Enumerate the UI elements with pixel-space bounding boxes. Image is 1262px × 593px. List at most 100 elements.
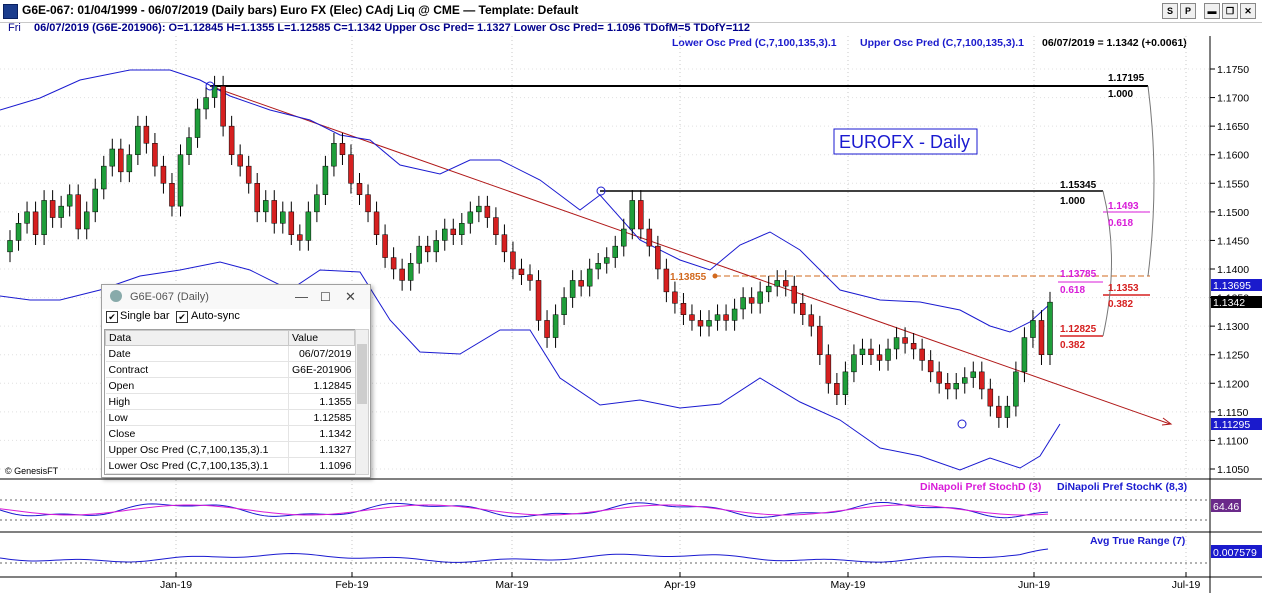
candle-body bbox=[510, 251, 516, 270]
level-1353-ratio: 0.382 bbox=[1108, 299, 1133, 310]
candle-body bbox=[544, 320, 550, 338]
auto-sync-label: Auto-sync bbox=[191, 310, 240, 322]
candle-body bbox=[152, 143, 158, 167]
price-tick-label: 1.1250 bbox=[1217, 350, 1249, 362]
dialog-close-icon[interactable]: ✕ bbox=[345, 289, 356, 305]
candle-body bbox=[83, 211, 90, 230]
row-value: 1.12585 bbox=[287, 409, 355, 426]
candle-body bbox=[177, 154, 184, 207]
candle-body bbox=[672, 291, 678, 304]
table-row: Contract G6E-201906 bbox=[105, 361, 355, 378]
row-value: G6E-201906 bbox=[287, 361, 355, 378]
candle-body bbox=[561, 297, 567, 315]
level-12825-ratio: 0.382 bbox=[1060, 340, 1085, 351]
dialog-minimize-icon[interactable]: — bbox=[295, 289, 308, 304]
candle-body bbox=[638, 200, 644, 230]
candle-body bbox=[7, 240, 13, 253]
candle-body bbox=[49, 200, 56, 218]
dialog-maximize-icon[interactable]: ☐ bbox=[320, 290, 331, 304]
candle-body bbox=[655, 245, 661, 270]
candle-body bbox=[75, 194, 81, 230]
window-title: G6E-067: 01/04/1999 - 06/07/2019 (Daily … bbox=[22, 3, 579, 17]
dialog-scrollbar[interactable] bbox=[355, 329, 369, 475]
price-tick-label: 1.1500 bbox=[1217, 207, 1249, 219]
candle-body bbox=[424, 245, 431, 253]
candle-body bbox=[757, 291, 763, 304]
row-value: 1.1327 bbox=[287, 441, 355, 458]
candle-body bbox=[578, 280, 584, 287]
candle-body bbox=[450, 228, 457, 235]
ohlc-readout: 06/07/2019 (G6E-201906): O=1.12845 H=1.1… bbox=[34, 22, 751, 34]
candle-body bbox=[910, 343, 917, 350]
stoch-k-label: DiNapoli Pref StochK (8,3) bbox=[1057, 481, 1187, 493]
close-button[interactable]: ✕ bbox=[1240, 3, 1256, 19]
row-key: Open bbox=[105, 377, 289, 394]
minimize-button[interactable]: ▬ bbox=[1204, 3, 1220, 19]
candle-body bbox=[1038, 320, 1045, 355]
data-table: Data Value Date 06/07/2019 Contract G6E-20… bbox=[104, 329, 356, 475]
candle-body bbox=[979, 371, 985, 390]
stoch-d-label: DiNapoli Pref StochD (3) bbox=[920, 481, 1041, 493]
dialog-titlebar[interactable]: G6E-067 (Daily) — ☐ ✕ bbox=[102, 285, 370, 309]
candle-body bbox=[859, 348, 866, 355]
p-button[interactable]: P bbox=[1180, 3, 1196, 19]
candle-body bbox=[603, 257, 610, 264]
candle-body bbox=[535, 280, 542, 321]
candle-body bbox=[808, 314, 815, 327]
candle-body bbox=[927, 360, 934, 373]
candle-body bbox=[194, 108, 201, 138]
candle-body bbox=[851, 354, 857, 373]
candle-body bbox=[118, 148, 124, 173]
price-tick-label: 1.1200 bbox=[1217, 378, 1249, 390]
column-header-value[interactable]: Value bbox=[287, 330, 355, 346]
candle-body bbox=[109, 148, 116, 167]
candle-body bbox=[433, 240, 439, 253]
column-header-data[interactable]: Data bbox=[105, 330, 289, 346]
single-bar-checkbox[interactable]: ✔ bbox=[106, 311, 118, 323]
candle-body bbox=[800, 303, 806, 315]
candle-body bbox=[689, 314, 695, 321]
s-button[interactable]: S bbox=[1162, 3, 1178, 19]
scrollbar-thumb[interactable] bbox=[357, 344, 367, 404]
candle-body bbox=[143, 125, 150, 144]
date-label: Mar-19 bbox=[495, 579, 528, 591]
candle-body bbox=[390, 257, 397, 270]
chart-label: EUROFX - Daily bbox=[839, 132, 970, 152]
candle-body bbox=[339, 143, 346, 155]
candle-body bbox=[331, 143, 337, 167]
candle-body bbox=[280, 211, 286, 224]
candle-body bbox=[160, 165, 167, 184]
candle-body bbox=[245, 165, 252, 184]
candle-body bbox=[442, 228, 448, 241]
single-bar-label: Single bar bbox=[120, 310, 170, 322]
atr-label: Avg True Range (7) bbox=[1090, 535, 1185, 547]
candle-body bbox=[493, 217, 499, 235]
row-value: 1.1342 bbox=[287, 425, 355, 442]
candle-body bbox=[834, 383, 840, 395]
day-label: Fri bbox=[8, 22, 21, 34]
candle-body bbox=[885, 348, 891, 361]
price-tick-label: 1.1100 bbox=[1217, 435, 1248, 447]
candle-body bbox=[1013, 371, 1019, 407]
candle-body bbox=[32, 211, 39, 235]
candle-body bbox=[484, 205, 491, 218]
candle-body bbox=[731, 308, 738, 321]
candle-body bbox=[646, 228, 653, 247]
dialog-title: G6E-067 (Daily) bbox=[130, 291, 209, 303]
candle-body bbox=[322, 165, 329, 195]
price-tick-label: 1.1650 bbox=[1217, 121, 1249, 133]
candle-body bbox=[237, 154, 243, 167]
auto-sync-checkbox[interactable]: ✔ bbox=[176, 311, 188, 323]
candle-body bbox=[169, 183, 175, 207]
candle-body bbox=[791, 285, 798, 304]
data-window-dialog[interactable]: G6E-067 (Daily) — ☐ ✕ ✔ Single bar ✔ Aut… bbox=[101, 284, 371, 478]
candle-body bbox=[876, 354, 883, 361]
level-mid-ratio: 1.000 bbox=[1060, 196, 1085, 207]
candle-body bbox=[723, 314, 729, 321]
row-key: Date bbox=[105, 345, 289, 362]
candle-body bbox=[135, 125, 141, 155]
candle-body bbox=[817, 325, 823, 355]
candle-body bbox=[382, 234, 388, 258]
maximize-button[interactable]: ❐ bbox=[1222, 3, 1238, 19]
row-key: Lower Osc Pred (C,7,100,135,3).1 bbox=[105, 457, 289, 474]
